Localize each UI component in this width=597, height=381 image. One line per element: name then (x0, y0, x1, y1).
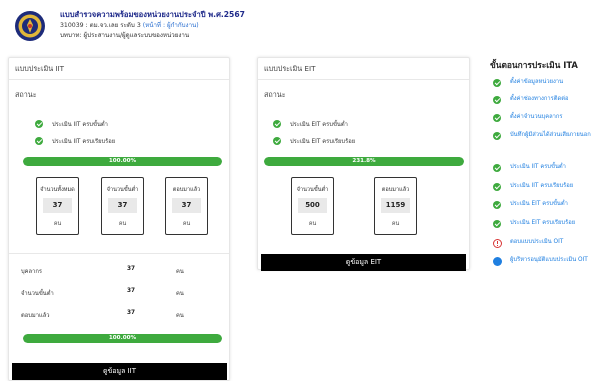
iit-progress-text-2: 100.00% (108, 335, 137, 341)
summary-value: 37 (127, 266, 136, 272)
stat-value: 37 (43, 198, 72, 213)
iit-card-title: แบบประเมิน IIT (9, 58, 229, 80)
iit-progress-text: 100.00% (108, 158, 137, 164)
iit-progress-bar: 100.00% (23, 157, 222, 166)
eit-check-complete: ประเมิน EIT ครบเรียบร้อย (273, 136, 355, 146)
stat-label: ตอบมาแล้ว (381, 187, 410, 193)
step-item[interactable]: บันทึกผู้มีส่วนได้ส่วนเสียภายนอก (493, 131, 596, 140)
check-circle-icon (273, 120, 281, 128)
stat-label: จำนวนทั้งหมด (40, 187, 75, 193)
eit-progress-text: 231.8% (352, 158, 376, 164)
step-item[interactable]: ตั้งค่าช่องทางการติดต่อ (493, 95, 596, 104)
check-circle-icon (493, 132, 501, 140)
stat-label: จำนวนขั้นต่ำ (296, 187, 329, 193)
step-item[interactable]: ตอบแบบประเมิน OIT (493, 238, 596, 248)
stat-unit: คน (118, 221, 127, 227)
iit-divider (9, 253, 229, 254)
step-item[interactable]: ตั้งค่าข้อมูลหน่วยงาน (493, 78, 596, 87)
iit-progress-bar-2: 100.00% (23, 334, 222, 343)
step-item[interactable]: ตั้งค่าจำนวนบุคลากร (493, 113, 596, 122)
eit-card: แบบประเมิน EIT สถานะ ประเมิน EIT ครบขั้น… (257, 57, 470, 271)
check-circle-icon (493, 79, 501, 87)
step-label: ตอบแบบประเมิน OIT (510, 239, 564, 245)
check-circle-icon (493, 164, 501, 172)
stat-unit: คน (53, 221, 62, 227)
step-label: ประเมิน IIT ครบขั้นต่ำ (510, 164, 566, 170)
iit-stat-minimum: จำนวนขั้นต่ำ 37 คน (101, 177, 144, 235)
summary-label: จำนวนขั้นต่ำ (21, 291, 54, 297)
iit-check-complete: ประเมิน IIT ครบเรียบร้อย (35, 136, 115, 146)
stat-unit: คน (391, 221, 400, 227)
alert-circle-icon (493, 239, 502, 248)
eit-check-min: ประเมิน EIT ครบขั้นต่ำ (273, 119, 348, 129)
iit-check-min-label: ประเมิน IIT ครบขั้นต่ำ (52, 122, 108, 128)
user-role-line: บทบาท: ผู้ประสานงาน/ผู้ดูแลระบบของหน่วยง… (60, 32, 190, 39)
org-code: 310039 : ตม.จว.เลย ระดับ 3 (60, 22, 141, 29)
view-iit-button[interactable]: ดูข้อมูล IIT (12, 363, 227, 380)
summary-label: บุคลากร (21, 269, 42, 275)
step-label: ตั้งค่าจำนวนบุคลากร (510, 114, 563, 120)
check-circle-icon (273, 137, 281, 145)
step-item[interactable]: ประเมิน IIT ครบขั้นต่ำ (493, 163, 596, 172)
iit-stat-answered: ตอบมาแล้ว 37 คน (165, 177, 208, 235)
summary-value: 37 (127, 288, 136, 294)
stat-label: ตอบมาแล้ว (172, 187, 201, 193)
stat-unit: คน (308, 221, 317, 227)
page-header: แบบสำรวจความพร้อมของหน่วยงานประจำปี พ.ศ.… (0, 0, 480, 52)
step-label: ประเมิน EIT ครบเรียบร้อย (510, 220, 576, 226)
pending-dot-icon (493, 257, 502, 266)
summary-value: 37 (127, 310, 136, 316)
check-circle-icon (493, 96, 501, 104)
eit-status-label: สถานะ (264, 90, 286, 99)
stat-label: จำนวนขั้นต่ำ (106, 187, 139, 193)
step-item[interactable]: ผู้บริหารอนุมัติแบบประเมิน OIT (493, 256, 596, 266)
summary-label: ตอบมาแล้ว (21, 313, 50, 319)
iit-check-complete-label: ประเมิน IIT ครบเรียบร้อย (52, 139, 116, 145)
step-item[interactable]: ประเมิน EIT ครบขั้นต่ำ (493, 200, 596, 209)
check-circle-icon (35, 120, 43, 128)
eit-stat-answered: ตอบมาแล้ว 1159 คน (374, 177, 417, 235)
eit-check-complete-label: ประเมิน EIT ครบเรียบร้อย (290, 139, 356, 145)
iit-status-label: สถานะ (15, 90, 37, 99)
step-label: ประเมิน EIT ครบขั้นต่ำ (510, 201, 568, 207)
summary-unit: คน (176, 269, 184, 275)
check-circle-icon (493, 183, 501, 191)
stat-value: 1159 (381, 198, 410, 213)
step-item[interactable]: ประเมิน IIT ครบเรียบร้อย (493, 182, 596, 191)
eit-stat-minimum: จำนวนขั้นต่ำ 500 คน (291, 177, 334, 235)
eit-progress-bar: 231.8% (264, 157, 464, 166)
check-circle-icon (35, 137, 43, 145)
stat-value: 37 (172, 198, 201, 213)
iit-card: แบบประเมิน IIT สถานะ ประเมิน IIT ครบขั้น… (8, 57, 230, 381)
step-label: บันทึกผู้มีส่วนได้ส่วนเสียภายนอก (510, 132, 591, 138)
iit-check-min: ประเมิน IIT ครบขั้นต่ำ (35, 119, 108, 129)
steps-title: ขั้นตอนการประเมิน ITA (490, 60, 578, 70)
check-circle-icon (493, 114, 501, 122)
step-label: ประเมิน IIT ครบเรียบร้อย (510, 183, 574, 189)
eit-card-title: แบบประเมิน EIT (258, 58, 469, 80)
stat-value: 37 (108, 198, 137, 213)
police-emblem-logo (15, 11, 45, 41)
step-label: ผู้บริหารอนุมัติแบบประเมิน OIT (510, 257, 588, 263)
role-label: (หน้าที่ : ผู้กำกับงาน) (142, 22, 199, 29)
step-item[interactable]: ประเมิน EIT ครบเรียบร้อย (493, 219, 596, 228)
summary-unit: คน (176, 291, 184, 297)
step-label: ตั้งค่าข้อมูลหน่วยงาน (510, 79, 564, 85)
org-info: 310039 : ตม.จว.เลย ระดับ 3 (หน้าที่ : ผู… (60, 20, 199, 30)
check-circle-icon (493, 220, 501, 228)
stat-value: 500 (298, 198, 327, 213)
summary-unit: คน (176, 313, 184, 319)
iit-stat-total: จำนวนทั้งหมด 37 คน (36, 177, 79, 235)
check-circle-icon (493, 201, 501, 209)
eit-check-min-label: ประเมิน EIT ครบขั้นต่ำ (290, 122, 348, 128)
step-label: ตั้งค่าช่องทางการติดต่อ (510, 96, 569, 102)
view-eit-button[interactable]: ดูข้อมูล EIT (261, 254, 466, 271)
stat-unit: คน (182, 221, 191, 227)
